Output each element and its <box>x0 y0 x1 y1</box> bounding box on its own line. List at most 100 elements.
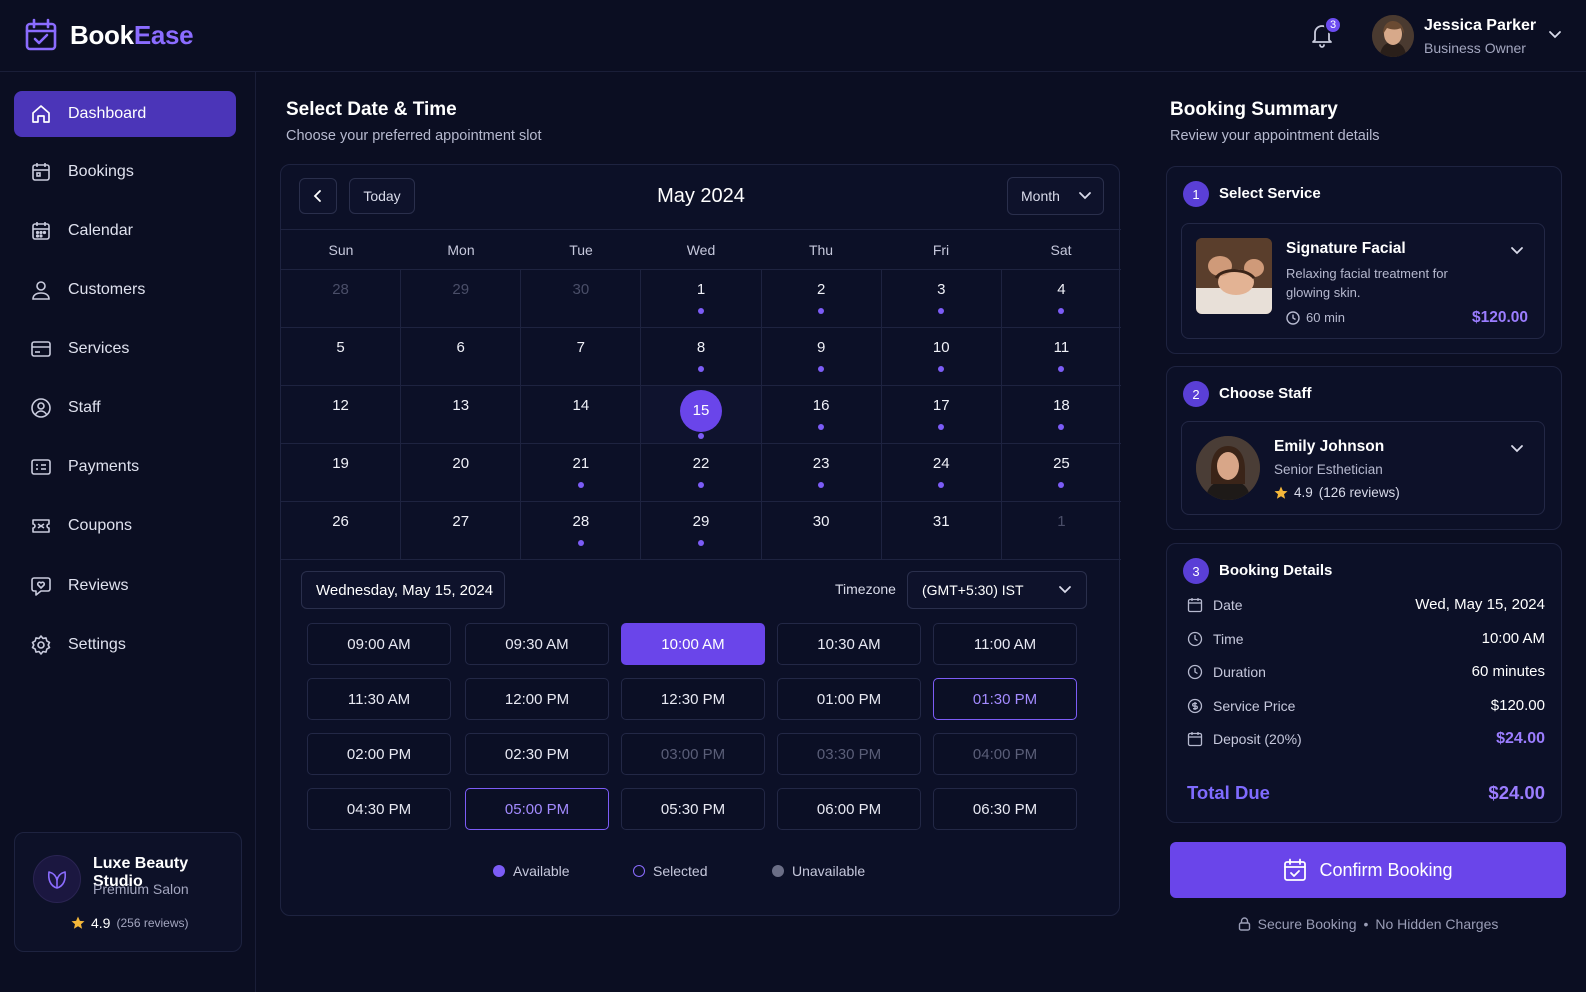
staff-step-card: 2 Choose Staff Emily Johnson Senior Esth… <box>1166 366 1562 530</box>
day-number: 12 <box>332 397 349 414</box>
time-slot-button[interactable]: 11:00 AM <box>933 623 1077 665</box>
legend-unavailable: Unavailable <box>772 863 865 879</box>
weekday-label: Fri <box>932 242 950 258</box>
calendar-day[interactable]: 17 <box>882 386 1002 443</box>
time-slot-button[interactable]: 02:30 PM <box>465 733 609 775</box>
sidebar-item-dashboard[interactable]: Dashboard <box>14 91 236 137</box>
service-select[interactable]: Signature Facial Relaxing facial treatme… <box>1181 223 1545 339</box>
staff-select[interactable]: Emily Johnson Senior Esthetician 4.9 (12… <box>1181 421 1545 515</box>
calendar-day[interactable]: 10 <box>882 328 1002 385</box>
details-step-card: 3 Booking Details Date Wed, May 15, 2024 T… <box>1166 543 1562 823</box>
calendar-day[interactable]: 26 <box>281 502 402 559</box>
time-slot-button[interactable]: 05:30 PM <box>621 788 765 830</box>
calendar-day[interactable]: 19 <box>281 444 402 501</box>
calendar-day[interactable]: 28 <box>521 502 642 559</box>
calendar-day[interactable]: 4 <box>1002 270 1121 327</box>
time-slot-button[interactable]: 12:30 PM <box>621 678 765 720</box>
time-slot-button[interactable]: 02:00 PM <box>307 733 451 775</box>
calendar-day[interactable]: 8 <box>641 328 762 385</box>
calendar-day[interactable]: 5 <box>281 328 402 385</box>
detail-value: $120.00 <box>1490 697 1545 714</box>
time-slot-button[interactable]: 11:30 AM <box>307 678 451 720</box>
calendar-day[interactable]: 7 <box>521 328 642 385</box>
detail-row: Deposit (20%) $24.00 <box>1187 730 1545 748</box>
today-button[interactable]: Today <box>349 178 415 214</box>
view-select[interactable]: Month <box>1007 177 1104 215</box>
calendar-day[interactable]: 21 <box>521 444 642 501</box>
day-number: 29 <box>452 281 470 298</box>
step-title: Select Service <box>1219 185 1321 202</box>
prev-month-button[interactable] <box>299 178 337 214</box>
calendar-day[interactable]: 20 <box>401 444 522 501</box>
day-number: 22 <box>692 455 710 472</box>
studio-card[interactable]: Luxe Beauty Studio Premium Salon 4.9 (25… <box>14 832 242 952</box>
time-slot-button[interactable]: 09:30 AM <box>465 623 609 665</box>
calendar-day[interactable]: 27 <box>401 502 522 559</box>
user-avatar[interactable] <box>1372 15 1414 57</box>
time-slot-button[interactable]: 05:00 PM <box>465 788 609 830</box>
day-number: 14 <box>572 397 590 414</box>
chevron-down-icon[interactable] <box>1510 442 1524 456</box>
sidebar-item-payments[interactable]: Payments <box>14 444 236 490</box>
sidebar-item-label: Customers <box>68 281 146 298</box>
calendar-day[interactable]: 3 <box>882 270 1002 327</box>
calendar-day[interactable]: 9 <box>762 328 882 385</box>
sidebar-item-bookings[interactable]: Bookings <box>14 149 236 195</box>
sidebar-item-customers[interactable]: Customers <box>14 267 236 313</box>
sidebar-item-label: Payments <box>68 458 140 475</box>
calendar-day[interactable]: 11 <box>1002 328 1121 385</box>
time-slot-button[interactable]: 10:00 AM <box>621 623 765 665</box>
time-slot-button[interactable]: 10:30 AM <box>777 623 921 665</box>
time-slot-button[interactable]: 09:00 AM <box>307 623 451 665</box>
time-slot-button[interactable]: 06:30 PM <box>933 788 1077 830</box>
sidebar-item-reviews[interactable]: Reviews <box>14 563 236 609</box>
calendar-day-selected[interactable]: 15 <box>641 386 762 443</box>
calendar-day[interactable]: 25 <box>1002 444 1121 501</box>
service-price: $120.00 <box>1471 309 1528 326</box>
sidebar-item-calendar[interactable]: Calendar <box>14 208 236 254</box>
calendar-day[interactable]: 14 <box>521 386 642 443</box>
chevron-down-icon[interactable] <box>1510 244 1524 258</box>
chevron-down-icon[interactable] <box>1548 28 1562 42</box>
timezone-select[interactable]: (GMT+5:30) IST <box>907 571 1087 609</box>
calendar-day[interactable]: 29 <box>641 502 762 559</box>
calendar-day[interactable]: 16 <box>762 386 882 443</box>
studio-review-count: (256 reviews) <box>116 916 189 930</box>
calendar-day[interactable]: 13 <box>401 386 522 443</box>
time-slot-button[interactable]: 01:00 PM <box>777 678 921 720</box>
brand-name: BookEase <box>70 19 194 50</box>
brand-logo[interactable]: BookEase <box>24 18 194 52</box>
calendar-icon <box>32 163 50 181</box>
time-slot-button[interactable]: 04:30 PM <box>307 788 451 830</box>
calendar-day[interactable]: 22 <box>641 444 762 501</box>
time-slot-button[interactable]: 12:00 PM <box>465 678 609 720</box>
legend-dot-unavailable <box>772 865 784 877</box>
time-slot-button[interactable]: 01:30 PM <box>933 678 1077 720</box>
calendar-card: Today May 2024 Month Sun Mon Tue Wed Thu Fri S… <box>280 164 1121 916</box>
notifications-button[interactable]: 3 <box>1310 16 1342 50</box>
calendar-day[interactable]: 31 <box>882 502 1002 559</box>
sidebar-item-label: Calendar <box>68 222 133 239</box>
sidebar-item-coupons[interactable]: Coupons <box>14 503 236 549</box>
detail-row: Duration 60 minutes <box>1187 663 1545 680</box>
weekday-label: Tue <box>569 242 593 258</box>
calendar-day[interactable]: 12 <box>281 386 402 443</box>
day-number: 29 <box>692 513 710 530</box>
calendar-day[interactable]: 18 <box>1002 386 1121 443</box>
calendar-day[interactable]: 1 <box>641 270 762 327</box>
staff-rating: 4.9 (126 reviews) <box>1274 485 1400 500</box>
calendar-day[interactable]: 23 <box>762 444 882 501</box>
day-number: 18 <box>1053 397 1070 414</box>
calendar-day[interactable]: 30 <box>762 502 882 559</box>
sidebar-item-settings[interactable]: Settings <box>14 622 236 668</box>
calendar-day[interactable]: 6 <box>401 328 522 385</box>
calendar-day[interactable]: 24 <box>882 444 1002 501</box>
service-duration: 60 min <box>1286 310 1345 325</box>
sidebar-item-staff[interactable]: Staff <box>14 385 236 431</box>
confirm-booking-button[interactable]: Confirm Booking <box>1170 842 1566 898</box>
calendar-week: 26 27 28 29 30 31 1 <box>281 502 1121 560</box>
day-number: 4 <box>1057 281 1066 298</box>
time-slot-button[interactable]: 06:00 PM <box>777 788 921 830</box>
calendar-day[interactable]: 2 <box>762 270 882 327</box>
sidebar-item-services[interactable]: Services <box>14 326 236 372</box>
